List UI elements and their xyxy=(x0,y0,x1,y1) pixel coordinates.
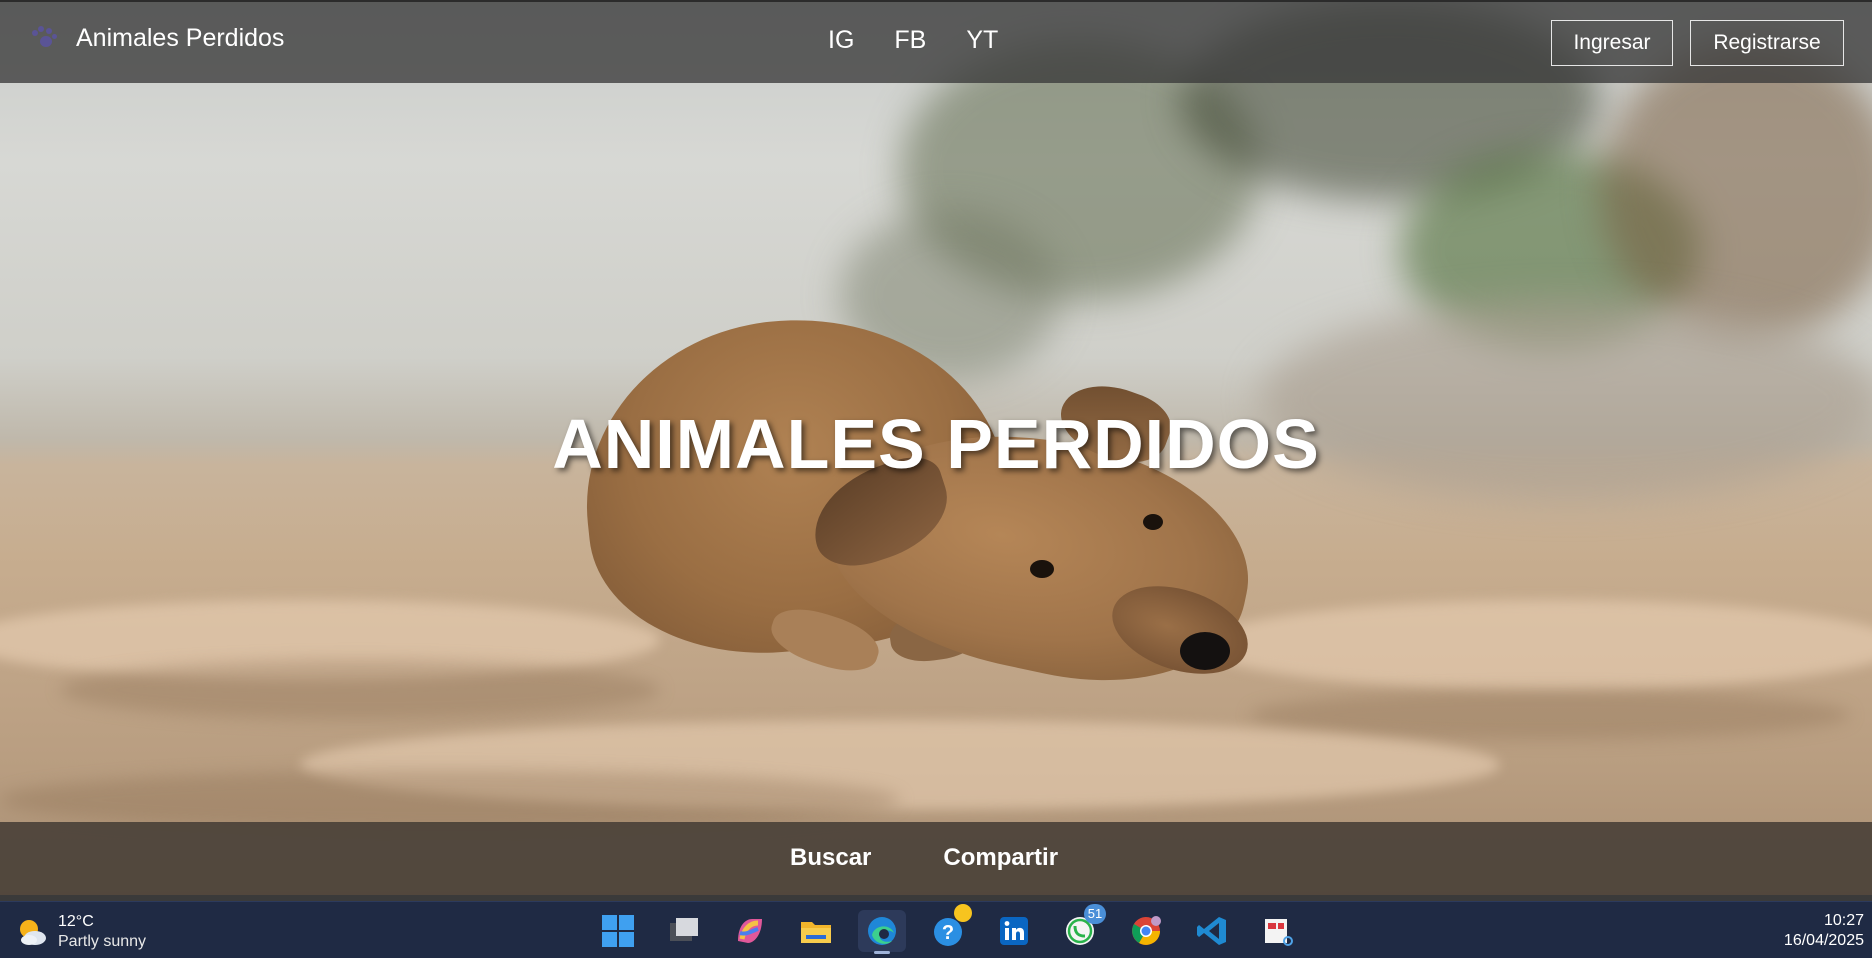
sand-ridge xyxy=(1200,600,1872,690)
linkedin-icon[interactable] xyxy=(990,910,1038,952)
notification-dot xyxy=(954,904,972,922)
dog-eye xyxy=(1143,514,1163,530)
social-links: IG FB YT xyxy=(828,26,998,55)
vscode-icon[interactable] xyxy=(1188,910,1236,952)
dog-nose xyxy=(1180,632,1230,670)
copilot-icon[interactable] xyxy=(726,910,774,952)
windows-taskbar: 12°C Partly sunny ? 51 10:27 16/04/2025 xyxy=(0,901,1872,958)
whatsapp-icon[interactable]: 51 xyxy=(1056,904,1106,952)
help-icon[interactable]: ? xyxy=(924,904,972,952)
clock-time: 10:27 xyxy=(1823,912,1864,929)
clock-date: 16/04/2025 xyxy=(1783,932,1864,949)
nav-link-ig[interactable]: IG xyxy=(828,26,854,55)
share-link[interactable]: Compartir xyxy=(943,844,1058,872)
partly-sunny-icon xyxy=(16,916,48,948)
svg-text:?: ? xyxy=(942,922,954,944)
sand-shadow xyxy=(60,660,660,720)
search-link[interactable]: Buscar xyxy=(790,844,871,872)
brand-title[interactable]: Animales Perdidos xyxy=(76,24,284,53)
action-bar: Buscar Compartir xyxy=(0,822,1872,895)
whatsapp-badge: 51 xyxy=(1084,904,1106,924)
snipping-tool-icon[interactable] xyxy=(1254,910,1302,952)
weather-widget[interactable]: 12°C Partly sunny xyxy=(16,912,146,952)
system-clock[interactable]: 10:27 16/04/2025 xyxy=(1784,911,1864,951)
paw-icon xyxy=(26,22,58,54)
top-navbar: Animales Perdidos IG FB YT Ingresar Regi… xyxy=(0,0,1872,83)
edge-icon[interactable] xyxy=(858,910,906,954)
weather-temp: 12°C xyxy=(58,913,94,930)
nav-link-yt[interactable]: YT xyxy=(966,26,998,55)
task-view-icon[interactable] xyxy=(660,910,708,952)
dog-eye xyxy=(1030,560,1054,578)
nav-link-fb[interactable]: FB xyxy=(894,26,926,55)
sand-shadow xyxy=(1250,690,1850,740)
chrome-icon[interactable] xyxy=(1122,910,1170,952)
sand-shadow xyxy=(0,770,900,830)
weather-condition: Partly sunny xyxy=(58,933,147,950)
windows-start-icon[interactable] xyxy=(594,910,642,952)
taskbar-apps: ? 51 xyxy=(594,904,1302,954)
login-button[interactable]: Ingresar xyxy=(1551,20,1673,66)
register-button[interactable]: Registrarse xyxy=(1690,20,1844,66)
hero-title: ANIMALES PERDIDOS xyxy=(552,405,1320,483)
brand[interactable]: Animales Perdidos xyxy=(26,22,284,54)
file-explorer-icon[interactable] xyxy=(792,910,840,952)
